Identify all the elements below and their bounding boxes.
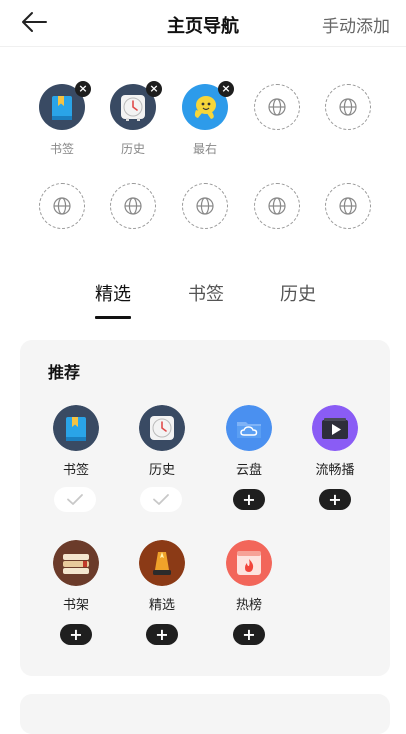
- remove-slot-button[interactable]: ×: [218, 81, 234, 97]
- check-icon: [153, 494, 169, 505]
- empty-slot-circle: [39, 183, 85, 229]
- globe-icon: [196, 197, 214, 215]
- slot-label: 历史: [120, 142, 145, 156]
- item-label: 历史: [148, 463, 175, 478]
- video-play-icon: [312, 405, 358, 451]
- empty-slot[interactable]: [325, 183, 371, 229]
- added-check-button[interactable]: [54, 487, 96, 512]
- next-section-card: [20, 694, 390, 734]
- section-title: 推荐: [48, 363, 81, 382]
- bookmark-icon: [53, 405, 99, 451]
- slot-bookmark[interactable]: × 书签: [39, 81, 91, 156]
- item-label: 流畅播: [315, 463, 355, 478]
- empty-slot[interactable]: [325, 84, 371, 130]
- item-label: 云盘: [235, 463, 262, 478]
- empty-slot[interactable]: [39, 183, 85, 229]
- back-arrow-icon[interactable]: [20, 10, 48, 34]
- tab-bookmarks[interactable]: 书签: [176, 280, 236, 306]
- clock-icon: [139, 405, 185, 451]
- tab-label: 书签: [188, 284, 224, 305]
- tab-history[interactable]: 历史: [268, 280, 328, 306]
- manual-add-button[interactable]: 手动添加: [322, 12, 390, 37]
- globe-icon: [339, 197, 357, 215]
- empty-slot-circle: [325, 84, 371, 130]
- check-icon: [67, 494, 83, 505]
- slot-label: 书签: [49, 142, 74, 156]
- empty-slot-circle: [254, 183, 300, 229]
- empty-slot-circle: [110, 183, 156, 229]
- category-tabs: 精选 书签 历史: [0, 280, 406, 320]
- tab-label: 历史: [280, 284, 316, 305]
- remove-slot-button[interactable]: ×: [75, 81, 91, 97]
- slot-zuiyou[interactable]: × 最右: [182, 81, 234, 156]
- empty-slot[interactable]: [182, 183, 228, 229]
- recommend-card: 推荐 书签 历史 云盘 + 流畅播 + 书架 + 精选 + 热榜 +: [20, 340, 390, 676]
- item-label: 书签: [62, 463, 89, 478]
- cloud-folder-icon: [226, 405, 272, 451]
- globe-icon: [268, 98, 286, 116]
- header-bar: 主页导航 手动添加: [0, 0, 406, 47]
- tab-featured[interactable]: 精选: [83, 280, 143, 319]
- globe-icon: [339, 98, 357, 116]
- globe-icon: [53, 197, 71, 215]
- empty-slot-circle: [325, 183, 371, 229]
- slot-label: 最右: [192, 142, 217, 156]
- lamp-icon: [139, 540, 185, 586]
- slot-history[interactable]: × 历史: [110, 81, 162, 156]
- empty-slot[interactable]: [254, 183, 300, 229]
- empty-slot-circle: [254, 84, 300, 130]
- tab-label: 精选: [95, 284, 131, 305]
- empty-slot-circle: [182, 183, 228, 229]
- add-button[interactable]: +: [233, 624, 265, 645]
- add-button[interactable]: +: [146, 624, 178, 645]
- bookshelf-icon: [53, 540, 99, 586]
- added-check-button[interactable]: [140, 487, 182, 512]
- globe-icon: [124, 197, 142, 215]
- empty-slot[interactable]: [110, 183, 156, 229]
- add-button[interactable]: +: [60, 624, 92, 645]
- fire-icon: [226, 540, 272, 586]
- add-button[interactable]: +: [233, 489, 265, 510]
- item-label: 书架: [62, 598, 89, 613]
- item-label: 精选: [148, 598, 175, 613]
- active-tab-indicator: [95, 316, 131, 319]
- add-button[interactable]: +: [319, 489, 351, 510]
- empty-slot[interactable]: [254, 84, 300, 130]
- item-label: 热榜: [235, 598, 262, 613]
- remove-slot-button[interactable]: ×: [146, 81, 162, 97]
- globe-icon: [268, 197, 286, 215]
